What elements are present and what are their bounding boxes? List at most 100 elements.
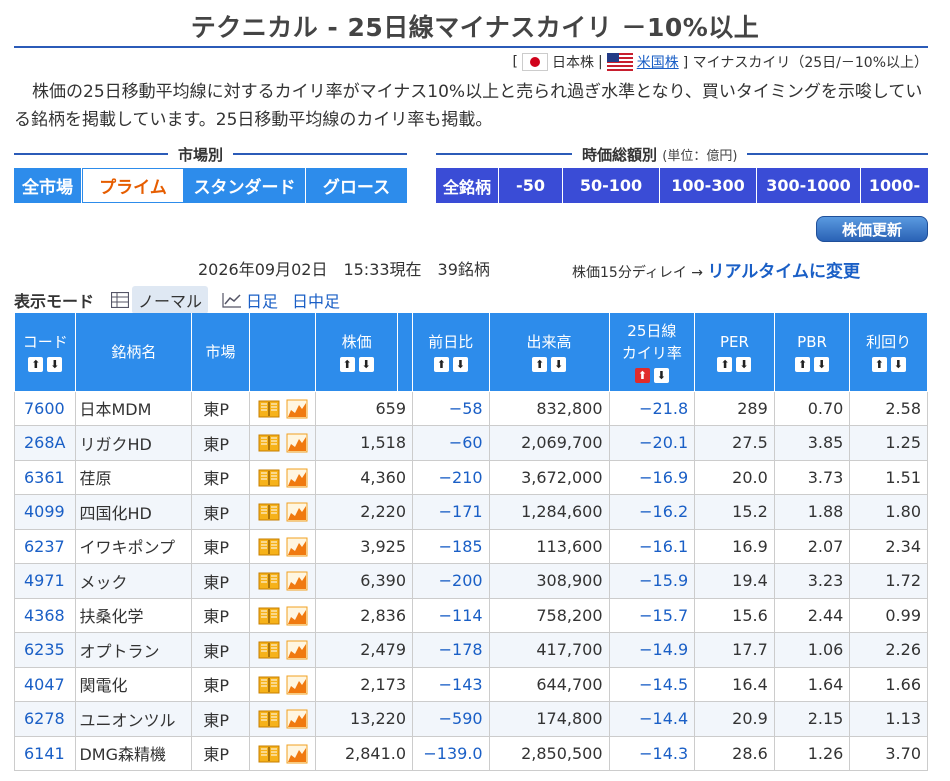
company-info-icon[interactable] [255,536,283,555]
stock-chart-icon[interactable] [283,640,311,660]
refresh-prices-button[interactable]: 株価更新 [816,216,928,242]
sort-desc-icon[interactable]: ⬇ [736,357,752,373]
stock-code-link[interactable]: 6361 [13,459,77,495]
stock-chart-icon[interactable] [283,467,311,487]
stock-yield: 3.70 [849,735,928,771]
stock-chart-icon[interactable] [283,674,311,694]
company-info-icon[interactable] [255,709,283,728]
cap-all-button[interactable]: 全銘柄 [436,168,499,203]
sort-desc-icon[interactable]: ⬇ [47,357,63,373]
stock-chart-icon[interactable] [283,571,311,591]
sort-asc-icon[interactable]: ⬆ [433,357,449,373]
sort-asc-icon[interactable]: ⬆ [28,357,44,373]
stock-name: イワキポンプ [75,528,193,564]
market-growth-button[interactable]: グロース [306,168,407,203]
sort-asc-icon[interactable]: ⬆ [339,357,355,373]
company-info-icon[interactable] [255,467,283,486]
sort-desc-icon[interactable]: ⬇ [358,357,374,373]
stock-code-link[interactable]: 6278 [13,701,77,737]
stock-volume: 308,900 [488,563,610,599]
stock-chart-icon[interactable] [283,743,311,763]
sort-asc-icon[interactable]: ⬆ [717,357,733,373]
stock-market: 東P [191,597,250,633]
sort-asc-icon[interactable]: ⬆ [532,357,548,373]
company-info-icon[interactable] [255,605,283,624]
sort-desc-icon[interactable]: ⬇ [551,357,567,373]
sort-desc-icon[interactable]: ⬇ [653,368,669,384]
col-code: コード ⬆ ⬇ [13,313,77,392]
stock-code-link[interactable]: 6235 [13,632,77,668]
stock-code-link[interactable]: 7600 [13,390,77,426]
realtime-link[interactable]: リアルタイムに変更 [707,262,860,282]
stock-code-link[interactable]: 4047 [13,666,77,702]
stock-code-link[interactable]: 6141 [13,735,77,771]
col-change: 前日比 ⬆ ⬇ [412,313,490,392]
stock-code-link[interactable]: 6237 [13,528,77,564]
mode-intraday-option[interactable]: 日中足 [292,288,340,312]
stock-kairi: −20.1 [608,425,696,461]
title-divider [14,46,928,48]
company-info-icon[interactable] [255,502,283,521]
stock-chart-icon[interactable] [283,398,311,418]
stock-volume: 1,284,600 [488,494,610,530]
sort-desc-icon[interactable]: ⬇ [452,357,468,373]
stock-per: 15.2 [694,494,775,530]
sort-asc-icon[interactable]: ⬆ [871,357,887,373]
us-flag-icon[interactable] [606,53,633,71]
cap-over1000-button[interactable]: 1000- [861,168,928,203]
company-info-icon[interactable] [255,398,283,417]
col-name: 銘柄名 [75,313,193,392]
mode-normal-option[interactable]: ノーマル [132,286,209,314]
stock-market: 東P [191,701,250,737]
market-standard-button[interactable]: スタンダード [184,168,306,203]
sort-asc-icon[interactable]: ⬆ [795,357,811,373]
stock-market: 東P [191,494,250,530]
company-info-icon[interactable] [255,674,283,693]
stock-chart-icon[interactable] [283,433,311,453]
cap-unit: (単位：億円) [662,149,738,164]
stock-change: −185 [412,528,490,564]
cap-50-100-button[interactable]: 50-100 [563,168,660,203]
stock-volume: 417,700 [488,632,610,668]
row-icons [248,459,317,495]
company-info-icon[interactable] [255,571,283,590]
company-info-icon[interactable] [255,433,283,452]
cap-under50-button[interactable]: -50 [499,168,563,203]
row-icons [248,701,317,737]
stock-per: 16.4 [694,666,775,702]
stock-chart-icon[interactable] [283,709,311,729]
company-info-icon[interactable] [255,640,283,659]
row-icons [248,390,317,426]
stock-chart-icon[interactable] [283,536,311,556]
row-icons [248,494,317,530]
col-volume-label: 出来高 [526,333,572,352]
stock-code-link[interactable]: 268A [13,425,77,461]
company-info-icon[interactable] [255,743,283,762]
stock-name: DMG森精機 [75,735,193,771]
us-stocks-link[interactable]: 米国株 [637,52,679,72]
stock-code-link[interactable]: 4368 [13,597,77,633]
table-body: 7600 日本MDM 東P 659 −58 832,800 −21.8 289 0.70 2.58… [13,390,928,771]
stock-volume: 2,850,500 [488,735,610,771]
stock-chart-icon[interactable] [283,605,311,625]
stock-volume: 113,600 [488,528,610,564]
cap-300-1000-button[interactable]: 300-1000 [757,168,861,203]
market-prime-button[interactable]: プライム [82,168,184,203]
cap-100-300-button[interactable]: 100-300 [660,168,757,203]
sort-desc-icon[interactable]: ⬇ [814,357,830,373]
stock-name: メック [75,563,193,599]
stock-pbr: 1.64 [773,666,851,702]
stock-yield: 1.80 [849,494,928,530]
market-all-button[interactable]: 全市場 [14,168,82,203]
stock-code-link[interactable]: 4971 [13,563,77,599]
stock-code-link[interactable]: 4099 [13,494,77,530]
row-icons [248,666,317,702]
sort-asc-active-icon[interactable]: ⬆ [634,368,650,384]
row-icons [248,563,317,599]
sort-desc-icon[interactable]: ⬇ [890,357,906,373]
stock-chart-icon[interactable] [283,502,311,522]
stock-volume: 644,700 [488,666,610,702]
mode-daily-option[interactable]: 日足 [246,288,278,312]
col-per-label: PER [719,333,749,352]
cap-section-title: 時価総額別 [582,146,658,164]
